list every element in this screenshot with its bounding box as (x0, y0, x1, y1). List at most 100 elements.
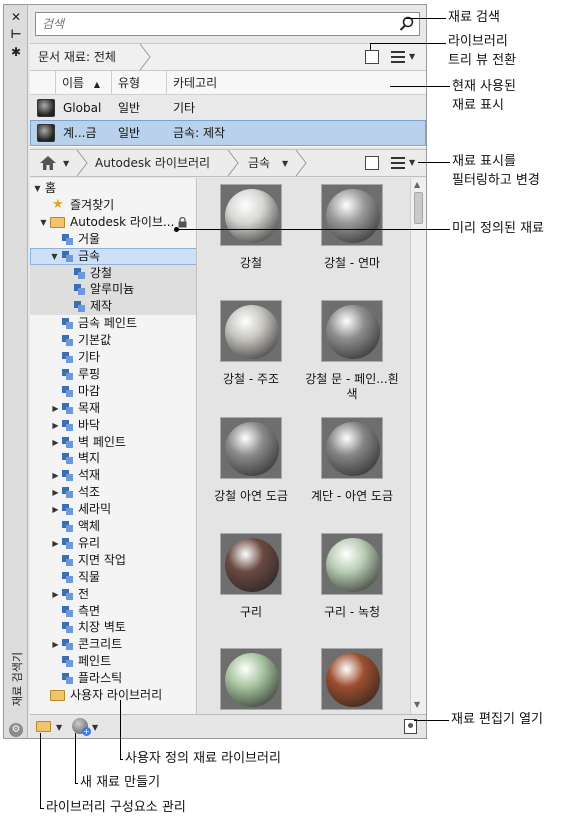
home-collapse-icon[interactable]: ▼ (33, 184, 42, 193)
tree-item[interactable]: 알루미늄 (90, 281, 134, 298)
tree-item[interactable]: 페인트 (78, 653, 111, 670)
library-category-icon (62, 233, 75, 246)
library-category-icon (62, 588, 75, 601)
close-icon[interactable]: ✕ (8, 10, 24, 24)
properties-icon[interactable]: ✱ (8, 45, 24, 59)
row-name: Global (63, 101, 102, 115)
expand-icon[interactable]: ▶ (51, 421, 60, 430)
tree-item[interactable]: 벽지 (78, 450, 100, 467)
material-sphere-icon (225, 653, 279, 707)
tree-item[interactable]: 콘크리트 (78, 636, 122, 653)
palette-title-text: 재료 검색기 (11, 651, 24, 707)
expand-icon[interactable]: ▶ (51, 404, 60, 413)
library-category-icon (62, 419, 75, 432)
expand-icon[interactable]: ▶ (51, 471, 60, 480)
tree-item[interactable]: 기타 (78, 349, 100, 366)
callout-line (370, 43, 371, 50)
tree-item[interactable]: 직물 (78, 569, 100, 586)
search-input[interactable] (42, 14, 382, 34)
material-thumbnail[interactable] (220, 184, 282, 246)
tree-item[interactable]: 금속 (78, 248, 100, 265)
material-thumbnail[interactable] (321, 533, 383, 595)
search-field[interactable] (35, 12, 420, 36)
tree-item[interactable]: 액체 (78, 518, 100, 535)
breadcrumb-arrow-icon (139, 44, 151, 70)
create-material-dropdown-icon[interactable]: ▼ (92, 723, 98, 732)
column-header-category[interactable]: 카테고리 (167, 71, 426, 95)
expand-icon[interactable]: ▶ (51, 438, 60, 447)
filter-view-icon[interactable] (391, 157, 405, 169)
tree-item[interactable]: 플라스틱 (78, 670, 122, 687)
tree-user-library[interactable]: 사용자 라이브러리 (70, 687, 162, 704)
lock-icon (178, 216, 187, 228)
material-sphere-icon (326, 189, 380, 243)
material-thumbnail[interactable] (321, 184, 383, 246)
tree-item[interactable]: 벽 페인트 (78, 434, 126, 451)
tree-item[interactable]: 석조 (78, 484, 100, 501)
expand-icon[interactable]: ▶ (51, 640, 60, 649)
palette-title-strip: ✕ ⊢ ✱ 재료 검색기 ⚙ (4, 5, 28, 738)
view-options-dropdown-icon[interactable]: ▼ (409, 52, 415, 61)
list-view-icon[interactable] (391, 51, 405, 63)
material-thumbnail[interactable] (220, 533, 282, 595)
material-sphere-icon (225, 305, 279, 359)
tree-item[interactable]: 목재 (78, 400, 100, 417)
column-header-name[interactable]: 이름 ▲ (56, 71, 112, 95)
auto-hide-icon[interactable]: ⊢ (8, 27, 24, 41)
tree-item[interactable]: 치장 벽토 (78, 619, 126, 636)
column-header-type[interactable]: 유형 (112, 71, 167, 95)
tree-item[interactable]: 거울 (78, 231, 100, 248)
expand-icon[interactable]: ▶ (51, 539, 60, 548)
callout-filter-view: 재료 표시를 필터링하고 변경 (452, 154, 540, 188)
tree-item[interactable]: 유리 (78, 535, 100, 552)
tree-item[interactable]: 세라믹 (78, 501, 111, 518)
tree-item[interactable]: 석재 (78, 467, 100, 484)
document-materials-filter[interactable]: 문서 재료: 전체 (38, 44, 116, 70)
tree-item[interactable]: 측면 (78, 603, 100, 620)
open-material-editor-icon[interactable] (404, 719, 417, 734)
manage-library-dropdown-icon[interactable]: ▼ (56, 723, 62, 732)
table-row-selected[interactable]: 계...금 일반 금속: 제작 (30, 120, 426, 146)
filter-view-dropdown-icon[interactable]: ▼ (409, 158, 415, 167)
tree-favorites[interactable]: 즐겨찾기 (70, 197, 114, 214)
table-row[interactable]: Global 일반 기타 (30, 95, 426, 121)
expand-icon[interactable]: ▶ (51, 505, 60, 514)
material-thumbnail[interactable] (321, 300, 383, 362)
material-thumbnail[interactable] (321, 648, 383, 710)
tree-item[interactable]: 지면 작업 (78, 552, 126, 569)
expand-icon[interactable]: ▶ (51, 488, 60, 497)
material-thumbnail[interactable] (321, 417, 383, 479)
breadcrumb-dropdown-icon[interactable]: ▼ (282, 159, 288, 168)
tree-home[interactable]: 홈 (45, 180, 56, 197)
tree-view-toggle-icon[interactable] (365, 50, 379, 64)
thumbnail-scrollbar[interactable]: ▲ ▼ (410, 178, 426, 714)
material-thumbnail[interactable] (220, 417, 282, 479)
row-category: 금속: 제작 (173, 126, 226, 140)
tree-item[interactable]: 기본값 (78, 332, 111, 349)
material-thumbnail[interactable] (220, 300, 282, 362)
breadcrumb-autodesk-library[interactable]: Autodesk 라이브러리 (95, 150, 210, 176)
manage-library-icon[interactable] (36, 720, 52, 733)
material-thumbnail[interactable] (220, 648, 282, 710)
tree-item[interactable]: 바닥 (78, 417, 100, 434)
home-icon[interactable] (40, 156, 56, 170)
tree-item[interactable]: 마감 (78, 383, 100, 400)
tree-view-toggle-icon[interactable] (365, 156, 379, 170)
palette-options-icon[interactable]: ⚙ (9, 723, 23, 737)
create-material-icon[interactable]: + (72, 718, 91, 736)
autodesk-library-collapse-icon[interactable]: ▼ (39, 218, 48, 227)
breadcrumb-metal[interactable]: 금속 (248, 150, 270, 176)
scroll-up-arrow-icon[interactable]: ▲ (414, 180, 420, 189)
tree-item[interactable]: 금속 페인트 (78, 315, 137, 332)
collapse-icon[interactable]: ▼ (50, 252, 59, 261)
expand-icon[interactable]: ▶ (51, 590, 60, 599)
tree-item[interactable]: 루핑 (78, 366, 100, 383)
tree-item[interactable]: 강철 (90, 265, 112, 282)
home-dropdown-icon[interactable]: ▼ (63, 159, 69, 168)
tree-autodesk-library[interactable]: Autodesk 라이브... (70, 214, 174, 231)
scrollbar-thumb[interactable] (414, 192, 423, 224)
tree-item[interactable]: 전 (78, 586, 89, 603)
scroll-down-arrow-icon[interactable]: ▼ (414, 700, 420, 709)
tree-item[interactable]: 제작 (90, 298, 112, 315)
folder-icon (50, 690, 65, 701)
